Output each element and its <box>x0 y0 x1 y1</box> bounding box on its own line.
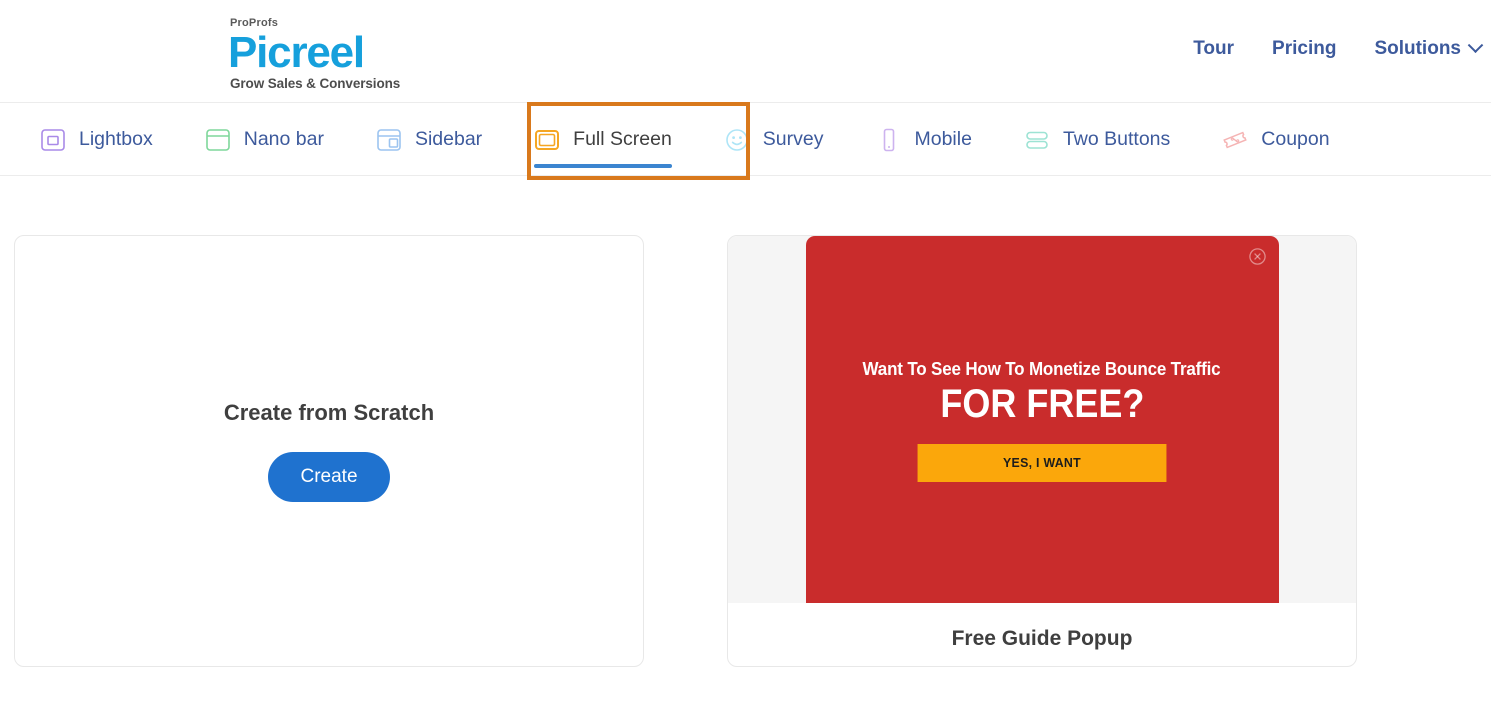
tab-nano-bar-label: Nano bar <box>243 128 324 150</box>
nav-link-tour[interactable]: Tour <box>1193 38 1234 60</box>
picreel-logo[interactable]: ProProfs Picreel Grow Sales & Conversion… <box>228 17 408 91</box>
tab-sidebar-label: Sidebar <box>414 128 483 150</box>
coupon-icon <box>1222 127 1248 153</box>
tab-mobile-label: Mobile <box>914 128 972 150</box>
popup-preview: Want To See How To Monetize Bounce Traff… <box>805 236 1279 603</box>
tab-survey-label: Survey <box>762 128 824 150</box>
close-circle-icon[interactable] <box>1248 247 1267 266</box>
template-preview: Want To See How To Monetize Bounce Traff… <box>728 236 1356 603</box>
nav-link-pricing[interactable]: Pricing <box>1272 38 1336 60</box>
template-name-label: Free Guide Popup <box>951 627 1133 650</box>
lightbox-icon <box>40 127 66 153</box>
tab-survey[interactable]: Survey <box>698 103 850 176</box>
tab-coupon[interactable]: Coupon <box>1196 103 1355 176</box>
popup-cta-button[interactable]: YES, I WANT <box>917 443 1167 482</box>
tab-coupon-label: Coupon <box>1261 128 1330 150</box>
page-header: ProProfs Picreel Grow Sales & Conversion… <box>0 0 1491 103</box>
tab-lightbox[interactable]: Lightbox <box>14 103 179 176</box>
nav-link-solutions-label: Solutions <box>1374 38 1461 59</box>
survey-icon <box>724 127 750 153</box>
tab-lightbox-label: Lightbox <box>79 128 153 150</box>
tab-sidebar[interactable]: Sidebar <box>350 103 508 176</box>
two-buttons-icon <box>1024 127 1050 153</box>
tab-full-screen[interactable]: Full Screen <box>508 103 698 176</box>
logo-tagline: Grow Sales & Conversions <box>230 76 401 91</box>
popup-type-tabbar: Lightbox Nano bar Sidebar Full Screen Su… <box>0 103 1491 176</box>
chevron-down-icon <box>1467 36 1484 53</box>
mobile-icon <box>876 127 902 153</box>
full-screen-icon <box>534 127 560 153</box>
tab-two-buttons-label: Two Buttons <box>1062 128 1171 150</box>
logo-picreel-text: Picreel <box>228 28 365 77</box>
template-card-free-guide-popup[interactable]: Want To See How To Monetize Bounce Traff… <box>727 235 1357 667</box>
tab-full-screen-label: Full Screen <box>573 128 672 150</box>
create-button[interactable]: Create <box>268 452 390 502</box>
nav-link-solutions[interactable]: Solutions <box>1374 36 1484 60</box>
popup-subheadline: FOR FREE? <box>939 381 1144 426</box>
popup-headline: Want To See How To Monetize Bounce Traff… <box>863 357 1221 379</box>
create-from-scratch-title: Create from Scratch <box>223 400 435 425</box>
nano-bar-icon <box>205 127 231 153</box>
tab-mobile[interactable]: Mobile <box>850 103 998 176</box>
tab-list: Lightbox Nano bar Sidebar Full Screen Su… <box>0 103 1491 176</box>
tab-nano-bar[interactable]: Nano bar <box>179 103 350 176</box>
active-tab-underline <box>534 164 672 168</box>
template-gallery: Create from Scratch Create Want To See H… <box>0 176 1491 667</box>
create-from-scratch-card[interactable]: Create from Scratch Create <box>14 235 644 667</box>
sidebar-icon <box>376 127 402 153</box>
tab-two-buttons[interactable]: Two Buttons <box>998 103 1196 176</box>
main-navigation: Tour Pricing Solutions <box>1193 36 1484 60</box>
